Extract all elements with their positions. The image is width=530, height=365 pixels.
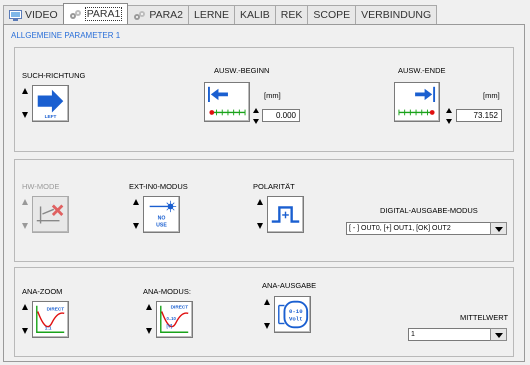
- ausw-beginn-spinner[interactable]: [253, 108, 260, 124]
- disabled-hw-icon: [36, 204, 64, 224]
- ana-zoom-ratio: 1:1: [45, 325, 52, 331]
- tab-video[interactable]: VIDEO: [3, 5, 64, 24]
- digital-ausgabe-select[interactable]: [ - ] OUT0, [+] OUT1, [OK] OUT2: [346, 222, 491, 235]
- ausw-ende-unit: [mm]: [483, 91, 500, 100]
- polaritaet-label: POLARITÄT: [253, 182, 295, 191]
- arrow-right-icon: LEFT: [37, 89, 64, 120]
- such-richtung-value: LEFT: [45, 114, 57, 120]
- tab-bar: VIDEO PARA1 PARA2 LERNE KALIB REK SCOPE …: [3, 3, 438, 24]
- ana-zoom-button[interactable]: DIRECT 1:1: [32, 301, 69, 338]
- digital-ausgabe-dropdown-icon[interactable]: [490, 222, 507, 235]
- mode-curve-icon: DIRECT 0..10 [V]: [160, 305, 189, 333]
- such-richtung-button[interactable]: LEFT: [32, 85, 69, 122]
- tab-para2[interactable]: PARA2: [127, 5, 189, 24]
- tab-kalib-label: KALIB: [240, 9, 270, 21]
- tab-para1[interactable]: PARA1: [62, 3, 129, 24]
- ext-in0-value-1: NO: [158, 216, 166, 222]
- section-title: ALLGEMEINE PARAMETER 1: [11, 31, 121, 40]
- ana-ausgabe-label: ANA-AUSGABE: [262, 281, 317, 290]
- ana-modus-label: ANA-MODUS:: [143, 287, 191, 296]
- group-evaluation: SUCH-RICHTUNG LEFT AUSW.-BEGINN [mm] 0.0…: [14, 47, 514, 152]
- tab-para2-label: PARA2: [149, 9, 183, 21]
- pulse-positive-icon: [271, 206, 300, 223]
- such-richtung-label: SUCH-RICHTUNG: [22, 71, 86, 80]
- hw-mode-spinner: [22, 197, 29, 231]
- ext-in0-spinner[interactable]: [133, 197, 140, 231]
- tab-kalib[interactable]: KALIB: [234, 5, 276, 24]
- tab-scope[interactable]: SCOPE: [307, 5, 357, 24]
- tab-rek-label: REK: [280, 9, 303, 21]
- polaritaet-button[interactable]: [267, 196, 304, 233]
- group-io: HW-MODE EXT-IN0-MODUS NO USE POLARITÄT D…: [14, 159, 514, 262]
- tab-scope-label: SCOPE: [313, 9, 351, 21]
- laser-icon: NO USE: [149, 200, 177, 228]
- tab-rek[interactable]: REK: [274, 5, 309, 24]
- tab-video-label: VIDEO: [25, 9, 58, 21]
- ana-ausgabe-spinner[interactable]: [264, 297, 271, 331]
- mittelwert-dropdown-icon[interactable]: [490, 328, 507, 341]
- ausw-ende-button[interactable]: [394, 82, 440, 122]
- group-analog: ANA-ZOOM DIRECT 1:1 ANA-MODUS: DIRECT 0.…: [14, 267, 514, 357]
- ext-in0-value-2: USE: [156, 222, 167, 228]
- ana-ausgabe-line1: 0-10: [289, 308, 303, 315]
- ana-modus-spinner[interactable]: [146, 302, 153, 336]
- monitor-icon: [9, 9, 22, 21]
- tab-panel: ALLGEMEINE PARAMETER 1 SUCH-RICHTUNG LEF…: [3, 24, 525, 362]
- hw-mode-label: HW-MODE: [22, 182, 60, 191]
- mittelwert-select[interactable]: 1: [408, 328, 491, 341]
- zoom-curve-icon: DIRECT 1:1: [36, 305, 65, 333]
- such-richtung-spinner[interactable]: [22, 86, 29, 120]
- mittelwert-label: MITTELWERT: [460, 313, 509, 322]
- tab-para1-label: PARA1: [84, 7, 123, 21]
- ausw-beginn-label: AUSW.-BEGINN: [214, 66, 270, 75]
- ausw-beginn-field[interactable]: 0.000: [262, 109, 300, 122]
- ausw-beginn-unit: [mm]: [264, 91, 281, 100]
- ausw-ende-spinner[interactable]: [446, 108, 453, 124]
- ana-modus-button[interactable]: DIRECT 0..10 [V]: [156, 301, 193, 338]
- tab-lerne[interactable]: LERNE: [188, 5, 236, 24]
- ausw-ende-label: AUSW.-ENDE: [398, 66, 446, 75]
- ana-ausgabe-button[interactable]: 0-10 Volt: [274, 296, 311, 333]
- gear-icon: [69, 9, 82, 20]
- ana-zoom-spinner[interactable]: [22, 302, 29, 336]
- polaritaet-spinner[interactable]: [257, 197, 264, 231]
- ana-modus-unit: [V]: [166, 324, 172, 329]
- ext-in0-button[interactable]: NO USE: [143, 196, 180, 233]
- ana-zoom-tag: DIRECT: [47, 307, 65, 313]
- ana-modus-range: 0..10: [166, 316, 176, 321]
- end-marker-icon: [398, 86, 436, 116]
- ext-in0-label: EXT-IN0-MODUS: [129, 182, 188, 191]
- analog-output-icon: 0-10 Volt: [278, 300, 309, 329]
- digital-ausgabe-label: DIGITAL-AUSGABE-MODUS: [380, 206, 478, 215]
- ausw-ende-field[interactable]: 73.152: [456, 109, 502, 122]
- hw-mode-button: [32, 196, 69, 233]
- ana-zoom-label: ANA-ZOOM: [22, 287, 63, 296]
- tab-verbindung-label: VERBINDUNG: [361, 9, 432, 21]
- ausw-beginn-button[interactable]: [204, 82, 250, 122]
- gear-icon: [133, 10, 146, 21]
- start-marker-icon: [208, 86, 246, 116]
- ana-modus-tag: DIRECT: [171, 305, 189, 311]
- tab-lerne-label: LERNE: [194, 9, 230, 21]
- ana-ausgabe-line2: Volt: [289, 316, 303, 323]
- tab-verbindung[interactable]: VERBINDUNG: [355, 5, 438, 24]
